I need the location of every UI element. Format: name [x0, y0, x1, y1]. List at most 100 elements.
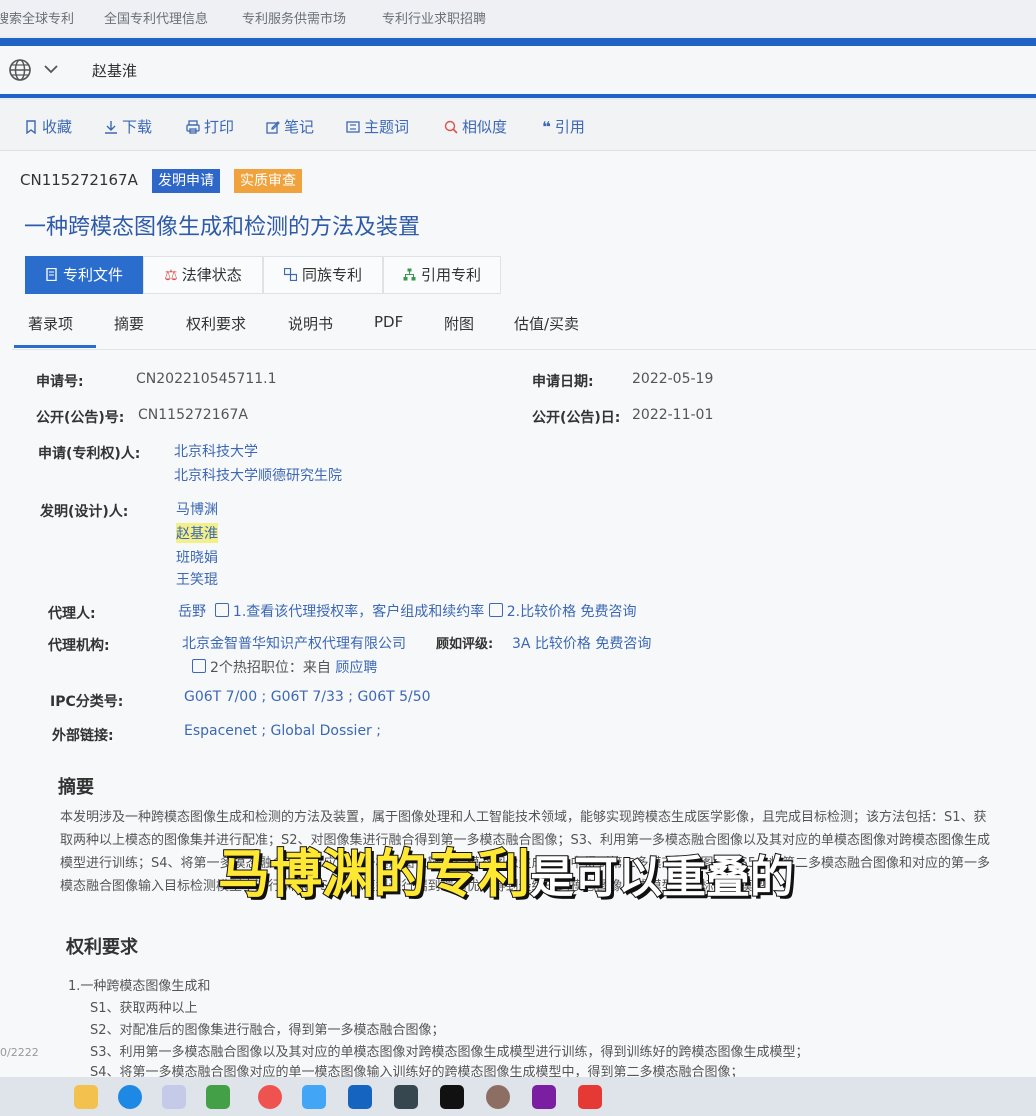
caption-highlight: 马博渊的专利 [217, 844, 531, 906]
rating-link[interactable]: 3A 比较价格 免费咨询 [512, 633, 651, 653]
agent-price-link[interactable]: 2.比较价格 免费咨询 [507, 604, 637, 620]
subtab-claims[interactable]: 权利要求 [186, 313, 246, 334]
agent-link[interactable]: 岳野 1.查看该代理授权率，客户组成和续约率 2.比较价格 免费咨询 [178, 601, 637, 621]
globe-icon[interactable] [8, 58, 32, 82]
inventor-link-highlighted[interactable]: 赵基淮 [176, 523, 218, 543]
status-badge: 实质审查 [234, 169, 302, 193]
gavel-icon: ⚖ [164, 266, 178, 284]
tab-family-patents[interactable]: 同族专利 [263, 256, 383, 294]
type-badge: 发明申请 [152, 169, 220, 193]
inventor-link[interactable]: 王笑琨 [176, 569, 218, 589]
edit-note-icon [266, 121, 280, 134]
favorite-button[interactable]: 收藏 [24, 116, 72, 137]
document-icon [46, 268, 57, 281]
app-icon[interactable] [532, 1085, 556, 1109]
download-button[interactable]: 下载 [104, 116, 152, 137]
agency-link[interactable]: 北京金智普华知识产权代理有限公司 [182, 633, 406, 653]
tab-patent-document[interactable]: 专利文件 [25, 256, 143, 294]
search-input[interactable]: 赵基淮 [92, 60, 137, 81]
printer-icon [186, 120, 200, 134]
subtab-abstract[interactable]: 摘要 [114, 313, 144, 334]
keywords-label: 主题词 [364, 118, 410, 136]
agent-label: 代理人: [48, 606, 96, 622]
bookmark-icon [26, 120, 36, 134]
top-nav: 搜索全球专利 全国专利代理信息 专利服务供需市场 专利行业求职招聘 [0, 0, 1036, 36]
inventor-label: 发明(设计)人: [40, 504, 129, 520]
page-indicator: 0/2222 [0, 1046, 39, 1059]
subtab-description[interactable]: 说明书 [288, 313, 333, 334]
tab-legal-status[interactable]: ⚖ 法律状态 [143, 256, 263, 294]
claim-line: S1、获取两种以上 [90, 1001, 198, 1016]
cite-button[interactable]: ❝ 引用 [542, 116, 585, 137]
header-band [0, 38, 1036, 46]
keywords-button[interactable]: 主题词 [346, 116, 409, 137]
wps-icon[interactable] [578, 1085, 602, 1109]
download-icon [105, 121, 117, 134]
pub-date-label: 公开(公告)日: [532, 410, 621, 426]
similarity-icon [444, 120, 458, 134]
favorite-label: 收藏 [42, 118, 73, 136]
nav-link-jobs[interactable]: 专利行业求职招聘 [382, 8, 486, 27]
nav-link-agency-info[interactable]: 全国专利代理信息 [104, 8, 208, 27]
claims-heading: 权利要求 [66, 937, 138, 958]
sub-tabs: 著录项 摘要 权利要求 说明书 PDF 附图 估值/买卖 [12, 309, 1036, 350]
tree-icon [403, 268, 416, 281]
nav-link-global-search[interactable]: 搜索全球专利 [0, 8, 74, 27]
search-bar: 赵基淮 [0, 46, 1036, 98]
tab-label: 同族专利 [301, 266, 362, 284]
app-icon[interactable] [162, 1085, 186, 1109]
app-icon[interactable] [440, 1085, 464, 1109]
claim-line: S2、对配准后的图像集进行融合，得到第一多模态融合图像； [90, 1023, 445, 1038]
applicant-link[interactable]: 北京科技大学 [174, 441, 258, 461]
print-button[interactable]: 打印 [186, 116, 234, 137]
app-icon[interactable] [394, 1085, 418, 1109]
patent-title: 一种跨模态图像生成和检测的方法及装置 [24, 215, 421, 240]
app-no-value: CN202210545711.1 [136, 371, 277, 387]
pub-no-label: 公开(公告)号: [36, 410, 125, 426]
app-icon[interactable] [258, 1085, 282, 1109]
subtab-pdf[interactable]: PDF [374, 313, 403, 331]
app-icon[interactable] [348, 1085, 372, 1109]
applicant-label: 申请(专利权)人: [38, 446, 141, 462]
file-explorer-icon[interactable] [74, 1085, 98, 1109]
pub-no-value: CN115272167A [138, 407, 248, 423]
applicant-link[interactable]: 北京科技大学顺德研究生院 [174, 465, 342, 485]
external-links[interactable]: Espacenet ; Global Dossier ; [184, 723, 381, 739]
app-date-value: 2022-05-19 [632, 371, 714, 387]
agent-name: 岳野 [178, 604, 206, 620]
similarity-label: 相似度 [462, 118, 508, 136]
jobs-source-link[interactable]: 顾应聘 [335, 660, 377, 676]
quote-icon: ❝ [542, 118, 551, 136]
app-icon[interactable] [206, 1085, 230, 1109]
notes-label: 笔记 [284, 118, 315, 136]
inventor-link[interactable]: 班晓娟 [176, 547, 218, 567]
cite-label: 引用 [554, 118, 585, 136]
tab-label: 专利文件 [62, 266, 123, 284]
external-link-icon [214, 603, 229, 617]
inventor-link[interactable]: 马博渊 [176, 499, 218, 519]
patent-detail: CN115272167A 发明申请 实质审查 一种跨模态图像生成和检测的方法及装… [0, 151, 1036, 1116]
video-caption: 马博渊的专利是可以重叠的 [217, 832, 795, 906]
nav-link-service-market[interactable]: 专利服务供需市场 [242, 8, 346, 27]
tab-cited-patents[interactable]: 引用专利 [383, 256, 501, 294]
subtab-drawings[interactable]: 附图 [444, 313, 474, 334]
subtab-valuation[interactable]: 估值/买卖 [514, 313, 579, 334]
publication-number: CN115272167A [20, 171, 138, 189]
tab-label: 法律状态 [181, 266, 242, 284]
ipc-label: IPC分类号: [50, 694, 124, 710]
app-icon[interactable] [302, 1085, 326, 1109]
external-links-label: 外部链接: [52, 728, 114, 744]
edge-browser-icon[interactable] [118, 1085, 142, 1109]
agent-rate-link[interactable]: 1.查看该代理授权率，客户组成和续约率 [233, 604, 484, 620]
similarity-button[interactable]: 相似度 [444, 116, 507, 137]
toolbar: 收藏 下载 打印 笔记 主题词 相似度 ❝ 引用 [0, 100, 1036, 151]
topic-icon [346, 121, 360, 133]
abstract-heading: 摘要 [58, 777, 94, 798]
ipc-links[interactable]: G06T 7/00 ; G06T 7/33 ; G06T 5/50 [184, 689, 431, 705]
notes-button[interactable]: 笔记 [266, 116, 314, 137]
family-icon [283, 268, 297, 281]
app-icon[interactable] [486, 1085, 510, 1109]
subtab-bibliographic[interactable]: 著录项 [28, 313, 73, 334]
chevron-down-icon[interactable] [44, 64, 58, 74]
download-label: 下载 [122, 118, 153, 136]
